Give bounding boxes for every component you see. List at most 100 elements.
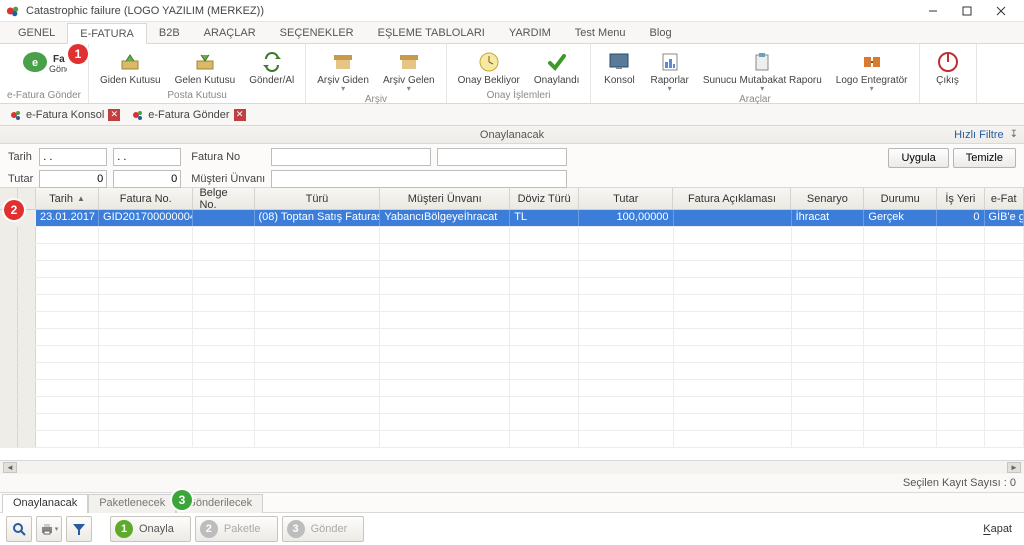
- table-row[interactable]: [0, 431, 1024, 448]
- table-row[interactable]: [0, 329, 1024, 346]
- close-icon[interactable]: ✕: [108, 109, 120, 121]
- gonder-al-button[interactable]: Gönder/Al: [242, 46, 301, 89]
- menu-yardim[interactable]: YARDIM: [497, 22, 563, 43]
- table-row[interactable]: [0, 363, 1024, 380]
- chevron-down-icon: ▾: [668, 86, 672, 92]
- filter-button[interactable]: [66, 516, 92, 542]
- col-fatura-aciklamasi[interactable]: Fatura Açıklaması: [673, 188, 791, 209]
- svg-text:Gönder: Gönder: [49, 64, 67, 74]
- giden-kutusu-button[interactable]: Giden Kutusu: [93, 46, 168, 89]
- doctab-konsol[interactable]: e-Fatura Konsol ✕: [4, 107, 126, 123]
- scroll-left-icon[interactable]: ◄: [3, 462, 17, 473]
- step-number-1: 1: [115, 520, 133, 538]
- col-belgeno[interactable]: Belge No.: [193, 188, 254, 209]
- horizontal-scrollbar[interactable]: ◄ ►: [0, 460, 1024, 474]
- pin-icon[interactable]: ↧: [1010, 129, 1018, 140]
- konsol-button[interactable]: Konsol: [595, 46, 643, 93]
- tarih-to-input[interactable]: [113, 148, 181, 166]
- table-row[interactable]: [0, 380, 1024, 397]
- onay-bekliyor-button[interactable]: Onay Bekliyor: [451, 46, 527, 89]
- gonder-button[interactable]: 3 Gönder: [282, 516, 365, 542]
- arsiv-giden-button[interactable]: Arşiv Giden ▾: [310, 46, 376, 93]
- scroll-right-icon[interactable]: ►: [1007, 462, 1021, 473]
- invoice-grid: Tarih Fatura No. Belge No. Türü Müşteri …: [0, 188, 1024, 474]
- tutar-from-input[interactable]: [39, 170, 107, 188]
- onayla-button[interactable]: 1 Onayla: [110, 516, 191, 542]
- tarih-label: Tarih: [8, 151, 33, 163]
- ribbon-group-label: e-Fatura Gönder: [7, 89, 81, 103]
- unvan-input[interactable]: [271, 170, 567, 188]
- menu-genel[interactable]: GENEL: [6, 22, 67, 43]
- table-row[interactable]: [0, 261, 1024, 278]
- table-row[interactable]: [0, 227, 1024, 244]
- print-button[interactable]: ▾: [36, 516, 62, 542]
- menu-b2b[interactable]: B2B: [147, 22, 192, 43]
- tarih-from-input[interactable]: [39, 148, 107, 166]
- cikis-button[interactable]: Çıkış: [924, 46, 972, 89]
- close-icon[interactable]: ✕: [234, 109, 246, 121]
- col-tarih[interactable]: Tarih: [36, 188, 99, 209]
- gelen-kutusu-button[interactable]: Gelen Kutusu: [168, 46, 243, 89]
- efatura-icon: eFaGönder: [21, 49, 67, 75]
- outbox-icon: [118, 49, 142, 75]
- col-turu[interactable]: Türü: [255, 188, 381, 209]
- logo-entegrator-button[interactable]: Logo Entegratör ▾: [829, 46, 915, 93]
- tutar-to-input[interactable]: [113, 170, 181, 188]
- quick-filter-link[interactable]: Hızlı Filtre: [954, 129, 1004, 141]
- col-is-yeri[interactable]: İş Yeri: [937, 188, 984, 209]
- fatno-input[interactable]: [271, 148, 431, 166]
- chevron-down-icon: ▾: [870, 86, 874, 92]
- col-musteri-unvani[interactable]: Müşteri Ünvanı: [380, 188, 510, 209]
- menu-test[interactable]: Test Menu: [563, 22, 638, 43]
- tab-icon: [132, 109, 144, 121]
- menu-araclar[interactable]: ARAÇLAR: [192, 22, 268, 43]
- table-row[interactable]: [0, 312, 1024, 329]
- menu-efatura[interactable]: E-FATURA: [67, 23, 147, 44]
- table-row[interactable]: [0, 278, 1024, 295]
- arsiv-gelen-button[interactable]: Arşiv Gelen ▾: [376, 46, 442, 93]
- col-doviz-turu[interactable]: Döviz Türü: [510, 188, 579, 209]
- col-faturano[interactable]: Fatura No.: [99, 188, 193, 209]
- ribbon-toolbar: eFaGönder e-Fatura Gönder Giden Kutusu G…: [0, 44, 1024, 104]
- document-tab-bar: e-Fatura Konsol ✕ e-Fatura Gönder ✕: [0, 104, 1024, 126]
- col-durumu[interactable]: Durumu: [864, 188, 937, 209]
- table-row[interactable]: [0, 244, 1024, 261]
- table-row[interactable]: [0, 295, 1024, 312]
- minimize-button[interactable]: [916, 1, 950, 21]
- menu-esleme[interactable]: EŞLEME TABLOLARI: [366, 22, 497, 43]
- grid-body[interactable]: 23.01.2017 GID2017000000040 (08) Toptan …: [0, 210, 1024, 460]
- tab-paketlenecek[interactable]: Paketlenecek: [88, 494, 176, 513]
- close-window-button[interactable]: [984, 1, 1018, 21]
- check-icon: [546, 49, 568, 75]
- table-row[interactable]: 23.01.2017 GID2017000000040 (08) Toptan …: [0, 210, 1024, 227]
- onaylandi-button[interactable]: Onaylandı: [527, 46, 587, 89]
- menu-bar: GENEL E-FATURA B2B ARAÇLAR SEÇENEKLER EŞ…: [0, 22, 1024, 44]
- table-row[interactable]: [0, 397, 1024, 414]
- table-row[interactable]: [0, 346, 1024, 363]
- filter-bar: Tarih Tutar Fatura No Müşteri Ünvanı Uyg…: [0, 144, 1024, 188]
- menu-secenekler[interactable]: SEÇENEKLER: [268, 22, 366, 43]
- app-icon: [6, 4, 20, 18]
- kapat-button[interactable]: Kapat: [977, 520, 1018, 538]
- temizle-button[interactable]: Temizle: [953, 148, 1016, 168]
- panel-title: Onaylanacak: [480, 129, 544, 141]
- col-efat[interactable]: e-Fat: [985, 188, 1024, 209]
- table-row[interactable]: [0, 414, 1024, 431]
- col-senaryo[interactable]: Senaryo: [791, 188, 864, 209]
- menu-blog[interactable]: Blog: [638, 22, 684, 43]
- search-button[interactable]: [6, 516, 32, 542]
- raporlar-button[interactable]: Raporlar ▾: [643, 46, 695, 93]
- col-tutar[interactable]: Tutar: [579, 188, 673, 209]
- tab-onaylanacak[interactable]: Onaylanacak: [2, 494, 88, 513]
- paketle-button[interactable]: 2 Paketle: [195, 516, 278, 542]
- uygula-button[interactable]: Uygula: [888, 148, 948, 168]
- console-icon: [608, 49, 630, 75]
- step-number-3: 3: [287, 520, 305, 538]
- maximize-button[interactable]: [950, 1, 984, 21]
- fatno-input-2[interactable]: [437, 148, 567, 166]
- window-title: Catastrophic failure (LOGO YAZILIM (MERK…: [26, 5, 916, 17]
- doctab-gonder[interactable]: e-Fatura Gönder ✕: [126, 107, 251, 123]
- panel-header: Onaylanacak Hızlı Filtre ↧: [0, 126, 1024, 144]
- chevron-down-icon: ▾: [407, 86, 411, 92]
- sunucu-mutabakat-button[interactable]: Sunucu Mutabakat Raporu ▾: [696, 46, 829, 93]
